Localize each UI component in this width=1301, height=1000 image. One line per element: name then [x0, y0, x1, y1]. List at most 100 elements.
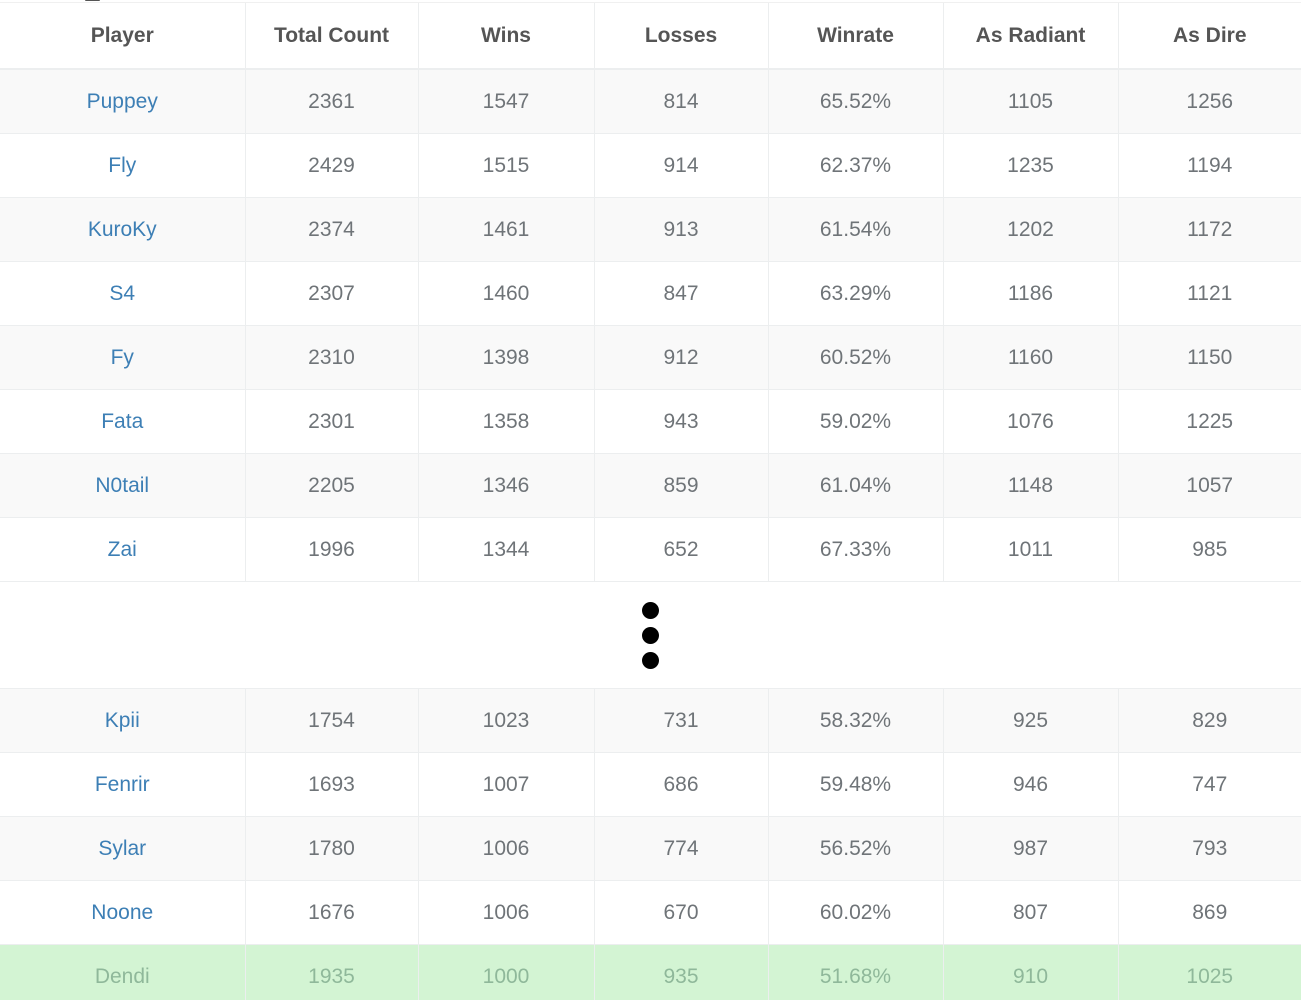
cell-as-dire: 985	[1117, 517, 1301, 582]
cell-player: Fly	[0, 133, 245, 198]
cell-player: Zai	[0, 517, 245, 582]
table-row[interactable]: Puppey 2361 1547 814 65.52% 1105 1256	[0, 68, 1301, 134]
cell-winrate: 67.33%	[767, 517, 943, 582]
cell-as-radiant: 925	[942, 688, 1118, 753]
cell-total-count: 2374	[244, 197, 418, 262]
separator-cell	[0, 581, 1301, 689]
player-link[interactable]: Fenrir	[95, 773, 150, 796]
table-row[interactable]: Fly 2429 1515 914 62.37% 1235 1194	[0, 133, 1301, 198]
ellipsis-dot	[642, 626, 659, 644]
cell-as-radiant: 1011	[942, 517, 1118, 582]
cell-winrate: 65.52%	[767, 68, 943, 134]
player-link[interactable]: Fy	[111, 346, 134, 369]
cell-total-count: 2205	[244, 453, 418, 518]
cell-player: Fata	[0, 389, 245, 454]
cell-wins: 1006	[417, 816, 594, 881]
cell-as-radiant: 1076	[942, 389, 1118, 454]
cell-losses: 686	[593, 752, 768, 817]
cell-player: KuroKy	[0, 197, 245, 262]
player-stats-table: Player Total Count Wins Losses Winrate A…	[0, 3, 1301, 1000]
player-link[interactable]: Sylar	[98, 837, 146, 860]
column-header-wins[interactable]: Wins	[417, 3, 594, 70]
stats-table-page: Player Total Count Wins Losses Winrate A…	[0, 0, 1301, 1000]
column-header-winrate[interactable]: Winrate	[767, 3, 943, 70]
player-link[interactable]: Fata	[101, 410, 143, 433]
cell-total-count: 1996	[244, 517, 418, 582]
cell-as-dire: 1025	[1117, 944, 1301, 1000]
cell-player: Sylar	[0, 816, 245, 881]
cell-as-radiant: 1105	[942, 68, 1118, 134]
cell-as-radiant: 1186	[942, 261, 1118, 326]
cell-wins: 1344	[417, 517, 594, 582]
player-link[interactable]: Noone	[91, 901, 153, 924]
cell-total-count: 1754	[244, 688, 418, 753]
ellipsis-dot	[642, 601, 659, 619]
table-row[interactable]: Sylar 1780 1006 774 56.52% 987 793	[0, 816, 1301, 881]
cell-as-dire: 793	[1117, 816, 1301, 881]
table-row[interactable]: KuroKy 2374 1461 913 61.54% 1202 1172	[0, 197, 1301, 262]
table-header: Player Total Count Wins Losses Winrate A…	[0, 3, 1301, 70]
cell-total-count: 2310	[244, 325, 418, 390]
player-link[interactable]: Zai	[108, 538, 137, 561]
cell-total-count: 2301	[244, 389, 418, 454]
ellipsis-dot	[642, 651, 659, 669]
table-header-row: Player Total Count Wins Losses Winrate A…	[0, 3, 1301, 70]
cell-winrate: 56.52%	[767, 816, 943, 881]
cell-wins: 1461	[417, 197, 594, 262]
cell-losses: 774	[593, 816, 768, 881]
table-row[interactable]: Fenrir 1693 1007 686 59.48% 946 747	[0, 752, 1301, 817]
cell-total-count: 2429	[244, 133, 418, 198]
table-row[interactable]: Fy 2310 1398 912 60.52% 1160 1150	[0, 325, 1301, 390]
table-row-highlighted[interactable]: Dendi 1935 1000 935 51.68% 910 1025	[0, 944, 1301, 1000]
column-header-losses[interactable]: Losses	[593, 3, 768, 70]
player-link[interactable]: S4	[109, 282, 135, 305]
cell-as-dire: 829	[1117, 688, 1301, 753]
cell-winrate: 51.68%	[767, 944, 943, 1000]
cell-losses: 943	[593, 389, 768, 454]
cell-losses: 935	[593, 944, 768, 1000]
cell-winrate: 61.54%	[767, 197, 943, 262]
cell-total-count: 1935	[244, 944, 418, 1000]
cell-total-count: 2307	[244, 261, 418, 326]
cell-wins: 1007	[417, 752, 594, 817]
cell-losses: 912	[593, 325, 768, 390]
cell-losses: 914	[593, 133, 768, 198]
table-row[interactable]: Kpii 1754 1023 731 58.32% 925 829	[0, 688, 1301, 753]
table-row[interactable]: N0tail 2205 1346 859 61.04% 1148 1057	[0, 453, 1301, 518]
cell-player: Fy	[0, 325, 245, 390]
player-link[interactable]: Dendi	[95, 965, 150, 988]
cell-player: S4	[0, 261, 245, 326]
cell-winrate: 63.29%	[767, 261, 943, 326]
cell-as-radiant: 807	[942, 880, 1118, 945]
cell-as-dire: 1121	[1117, 261, 1301, 326]
player-link[interactable]: Fly	[108, 154, 136, 177]
cell-wins: 1460	[417, 261, 594, 326]
table-row[interactable]: Zai 1996 1344 652 67.33% 1011 985	[0, 517, 1301, 582]
cell-as-radiant: 1160	[942, 325, 1118, 390]
cell-wins: 1006	[417, 880, 594, 945]
player-link[interactable]: KuroKy	[88, 218, 157, 241]
column-header-total-count[interactable]: Total Count	[244, 3, 418, 70]
player-link[interactable]: N0tail	[95, 474, 149, 497]
player-link[interactable]: Puppey	[87, 90, 158, 113]
table-row[interactable]: Fata 2301 1358 943 59.02% 1076 1225	[0, 389, 1301, 454]
clipped-heading-fragment	[85, 0, 100, 1]
table-row[interactable]: Noone 1676 1006 670 60.02% 807 869	[0, 880, 1301, 945]
cell-total-count: 1780	[244, 816, 418, 881]
column-header-player[interactable]: Player	[0, 3, 245, 70]
cell-as-radiant: 910	[942, 944, 1118, 1000]
cell-winrate: 59.48%	[767, 752, 943, 817]
cell-total-count: 1693	[244, 752, 418, 817]
cell-winrate: 62.37%	[767, 133, 943, 198]
column-header-as-dire[interactable]: As Dire	[1117, 3, 1301, 70]
cell-winrate: 60.02%	[767, 880, 943, 945]
player-link[interactable]: Kpii	[105, 709, 140, 732]
cell-player: Puppey	[0, 68, 245, 134]
table-row[interactable]: S4 2307 1460 847 63.29% 1186 1121	[0, 261, 1301, 326]
cell-wins: 1398	[417, 325, 594, 390]
cell-winrate: 59.02%	[767, 389, 943, 454]
cell-as-dire: 747	[1117, 752, 1301, 817]
column-header-as-radiant[interactable]: As Radiant	[942, 3, 1118, 70]
cell-player: Kpii	[0, 688, 245, 753]
cell-as-dire: 1172	[1117, 197, 1301, 262]
